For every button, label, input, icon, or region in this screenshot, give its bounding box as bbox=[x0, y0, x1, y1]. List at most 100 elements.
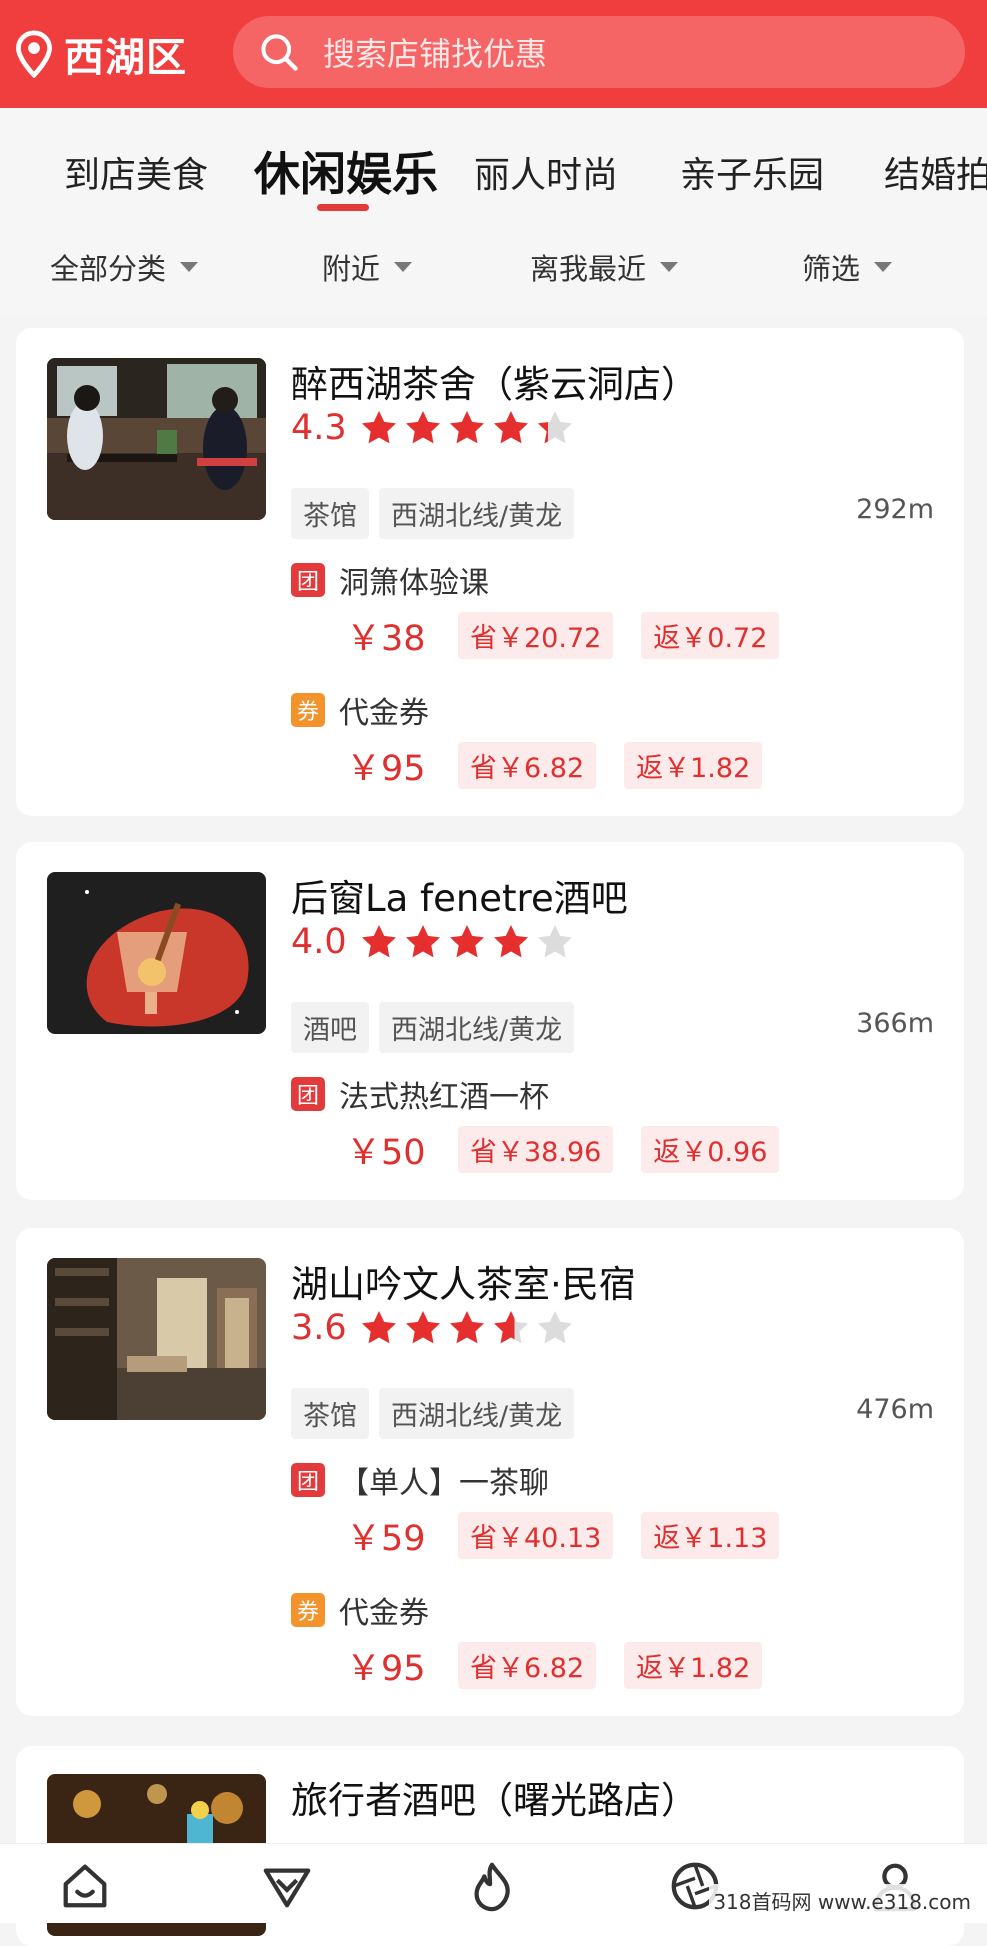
shop-card[interactable]: 后窗La fenetre酒吧 4.0 酒吧 西湖北线/黄龙 366m 团 法式热… bbox=[16, 842, 964, 1200]
search-icon bbox=[257, 30, 301, 74]
home-icon[interactable] bbox=[58, 1858, 112, 1914]
search-placeholder: 搜索店铺找优惠 bbox=[323, 29, 547, 75]
deal-title: 【单人】一茶聊 bbox=[339, 1458, 549, 1502]
filter-label: 离我最近 bbox=[530, 246, 646, 288]
caret-down-icon bbox=[180, 262, 198, 272]
deal-title: 法式热红酒一杯 bbox=[339, 1072, 549, 1116]
tag-row: 茶馆 西湖北线/黄龙 bbox=[291, 1388, 584, 1439]
savings-chip: 省￥38.96 bbox=[458, 1126, 613, 1173]
savings-chip: 省￥6.82 bbox=[458, 1642, 596, 1689]
rebate-chip: 返￥1.82 bbox=[624, 742, 762, 789]
tag-row: 茶馆 西湖北线/黄龙 bbox=[291, 488, 584, 539]
deal-price-row: ￥59 省￥40.13 返￥1.13 bbox=[346, 1510, 807, 1561]
deal-price: ￥95 bbox=[346, 1640, 458, 1691]
tab-food[interactable]: 到店美食 bbox=[64, 146, 208, 198]
deal-title: 洞箫体验课 bbox=[339, 558, 489, 602]
star-filled-icon bbox=[491, 408, 531, 448]
rating-row: 3.6 bbox=[291, 1308, 579, 1348]
watermark-text: 318首码网 www.e318.com bbox=[709, 1884, 975, 1917]
shop-name: 湖山吟文人茶室·民宿 bbox=[291, 1254, 636, 1308]
filter-label: 附近 bbox=[322, 246, 380, 288]
rebate-chip: 返￥1.82 bbox=[624, 1642, 762, 1689]
star-empty-icon bbox=[535, 1308, 575, 1348]
search-input[interactable]: 搜索店铺找优惠 bbox=[233, 16, 965, 88]
location-pin-icon bbox=[12, 30, 56, 78]
flame-icon[interactable] bbox=[465, 1858, 519, 1914]
location-label: 西湖区 bbox=[64, 25, 187, 83]
category-tabs: 到店美食 休闲娱乐 丽人时尚 亲子乐园 结婚拍 bbox=[0, 108, 987, 226]
deal-price: ￥38 bbox=[346, 610, 458, 661]
discover-icon[interactable] bbox=[260, 1858, 314, 1914]
group-deal-badge: 团 bbox=[291, 1463, 325, 1497]
tab-leisure[interactable]: 休闲娱乐 bbox=[254, 138, 438, 204]
deal-title-row[interactable]: 团 洞箫体验课 bbox=[291, 558, 489, 602]
filter-sort[interactable]: 离我最近 bbox=[530, 246, 678, 288]
rating-row: 4.0 bbox=[291, 922, 579, 962]
rating-value: 4.0 bbox=[291, 922, 347, 962]
top-header: 西湖区 搜索店铺找优惠 bbox=[0, 0, 987, 108]
rebate-chip: 返￥1.13 bbox=[641, 1512, 779, 1559]
tab-beauty[interactable]: 丽人时尚 bbox=[474, 146, 618, 198]
deal-price-row: ￥50 省￥38.96 返￥0.96 bbox=[346, 1124, 807, 1175]
filter-category[interactable]: 全部分类 bbox=[50, 246, 198, 288]
category-tag: 茶馆 bbox=[291, 1388, 369, 1439]
deal-title: 代金券 bbox=[339, 1588, 429, 1632]
filter-bar: 全部分类 附近 离我最近 筛选 bbox=[0, 226, 987, 316]
category-tag: 酒吧 bbox=[291, 1002, 369, 1053]
shop-photo bbox=[47, 358, 266, 520]
group-deal-badge: 团 bbox=[291, 563, 325, 597]
caret-down-icon bbox=[874, 262, 892, 272]
filter-nearby[interactable]: 附近 bbox=[322, 246, 412, 288]
savings-chip: 省￥20.72 bbox=[458, 612, 613, 659]
shop-card[interactable]: 醉西湖茶舍（紫云洞店） 4.3 茶馆 西湖北线/黄龙 292m 团 洞箫体验课 … bbox=[16, 328, 964, 816]
caret-down-icon bbox=[660, 262, 678, 272]
distance: 366m bbox=[856, 1008, 934, 1039]
star-filled-icon bbox=[359, 922, 399, 962]
deal-price-row: ￥95 省￥6.82 返￥1.82 bbox=[346, 1640, 790, 1691]
group-deal-badge: 团 bbox=[291, 1077, 325, 1111]
rebate-chip: 返￥0.96 bbox=[641, 1126, 779, 1173]
shop-photo bbox=[47, 872, 266, 1034]
tab-wedding[interactable]: 结婚拍 bbox=[884, 146, 987, 198]
shop-name: 后窗La fenetre酒吧 bbox=[291, 868, 628, 922]
deal-price-row: ￥38 省￥20.72 返￥0.72 bbox=[346, 610, 807, 661]
deal-title-row[interactable]: 团 法式热红酒一杯 bbox=[291, 1072, 549, 1116]
deal-title-row[interactable]: 券 代金券 bbox=[291, 1588, 429, 1632]
rebate-chip: 返￥0.72 bbox=[641, 612, 779, 659]
star-filled-icon bbox=[447, 408, 487, 448]
category-tag: 茶馆 bbox=[291, 488, 369, 539]
deal-price-row: ￥95 省￥6.82 返￥1.82 bbox=[346, 740, 790, 791]
voucher-badge: 券 bbox=[291, 1593, 325, 1627]
shop-name: 旅行者酒吧（曙光路店） bbox=[291, 1770, 698, 1824]
rating-value: 3.6 bbox=[291, 1308, 347, 1348]
filter-screen[interactable]: 筛选 bbox=[802, 246, 892, 288]
area-tag: 西湖北线/黄龙 bbox=[379, 488, 574, 539]
rating-row: 4.3 bbox=[291, 408, 579, 448]
star-filled-icon bbox=[447, 922, 487, 962]
filter-label: 全部分类 bbox=[50, 246, 166, 288]
distance: 476m bbox=[856, 1394, 934, 1425]
star-filled-icon bbox=[403, 408, 443, 448]
area-tag: 西湖北线/黄龙 bbox=[379, 1002, 574, 1053]
deal-price: ￥50 bbox=[346, 1124, 458, 1175]
star-empty-icon bbox=[535, 922, 575, 962]
rating-value: 4.3 bbox=[291, 408, 347, 448]
shop-card[interactable]: 湖山吟文人茶室·民宿 3.6 茶馆 西湖北线/黄龙 476m 团 【单人】一茶聊… bbox=[16, 1228, 964, 1716]
savings-chip: 省￥40.13 bbox=[458, 1512, 613, 1559]
star-filled-icon bbox=[447, 1308, 487, 1348]
savings-chip: 省￥6.82 bbox=[458, 742, 596, 789]
location-selector[interactable]: 西湖区 bbox=[12, 26, 187, 82]
deal-title-row[interactable]: 团 【单人】一茶聊 bbox=[291, 1458, 549, 1502]
tab-family[interactable]: 亲子乐园 bbox=[680, 146, 824, 198]
active-tab-indicator bbox=[317, 204, 369, 211]
tag-row: 酒吧 西湖北线/黄龙 bbox=[291, 1002, 584, 1053]
star-half-icon bbox=[491, 1308, 531, 1348]
star-filled-icon bbox=[403, 1308, 443, 1348]
shop-name: 醉西湖茶舍（紫云洞店） bbox=[291, 354, 698, 408]
star-half-icon bbox=[535, 408, 575, 448]
star-filled-icon bbox=[359, 408, 399, 448]
star-filled-icon bbox=[491, 922, 531, 962]
deal-title-row[interactable]: 券 代金券 bbox=[291, 688, 429, 732]
caret-down-icon bbox=[394, 262, 412, 272]
star-filled-icon bbox=[403, 922, 443, 962]
